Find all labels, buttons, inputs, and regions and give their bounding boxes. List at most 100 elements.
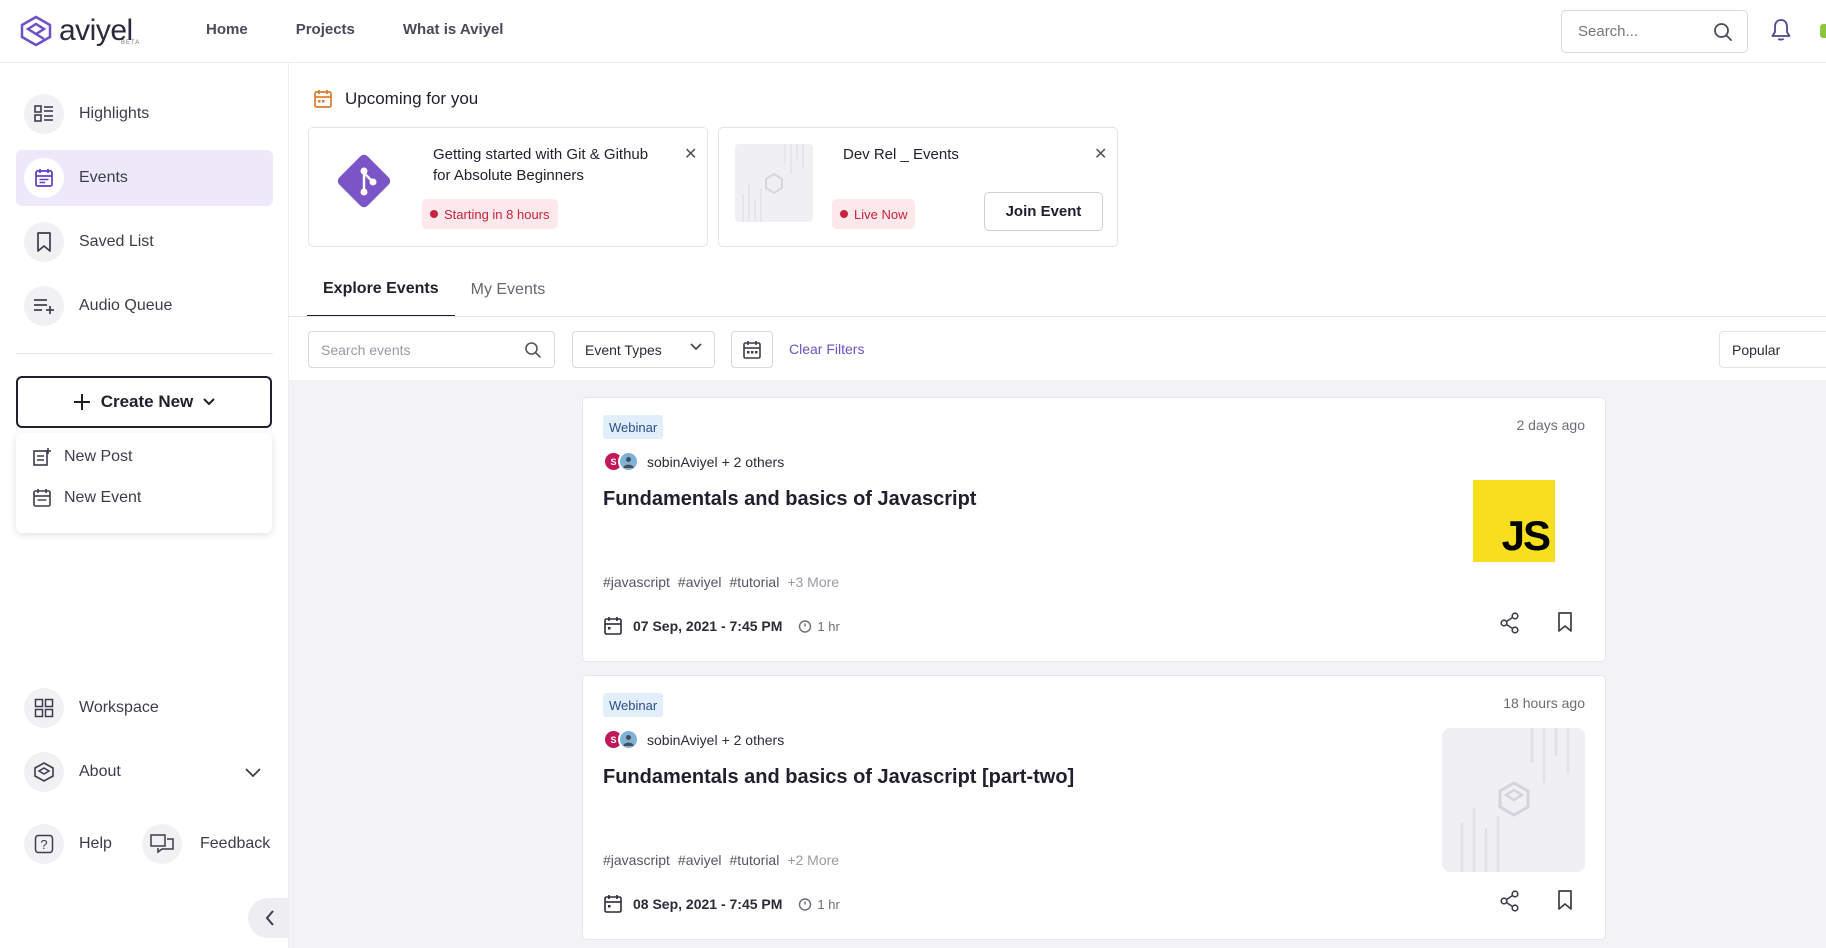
date-filter-button[interactable] — [731, 331, 773, 368]
upcoming-card[interactable]: Dev Rel _ Events ✕ Live Now Join Event — [718, 127, 1118, 247]
global-search[interactable] — [1561, 10, 1748, 53]
sidebar-item-events[interactable]: Events — [16, 150, 273, 206]
event-title[interactable]: Fundamentals and basics of Javascript [p… — [603, 766, 1074, 789]
event-date: 07 Sep, 2021 - 7:45 PM 1 hr — [603, 616, 840, 636]
menu-item-new-event[interactable]: New Event — [32, 488, 141, 508]
menu-item-label: New Post — [64, 448, 133, 465]
tag[interactable]: #javascript — [603, 852, 670, 868]
upcoming-heading: Upcoming for you — [313, 89, 478, 109]
event-date-text: 08 Sep, 2021 - 7:45 PM — [633, 896, 783, 912]
upper-panel: Upcoming for you Getting started with Gi… — [289, 63, 1826, 380]
upcoming-card[interactable]: Getting started with Git & Github for Ab… — [308, 127, 708, 247]
sidebar-item-saved-list[interactable]: Saved List — [16, 214, 273, 270]
event-hosts[interactable]: S sobinAviyel + 2 others — [603, 451, 784, 472]
search-icon[interactable] — [524, 341, 542, 359]
event-date: 08 Sep, 2021 - 7:45 PM 1 hr — [603, 894, 840, 914]
menu-item-new-post[interactable]: New Post — [32, 447, 132, 467]
nav-home[interactable]: Home — [206, 21, 248, 38]
host-name: sobinAviyel — [647, 731, 718, 748]
upcoming-event-title[interactable]: Dev Rel _ Events — [843, 144, 959, 165]
calendar-icon — [604, 895, 622, 913]
share-icon[interactable] — [1500, 890, 1520, 912]
sidebar-item-audio-queue[interactable]: Audio Queue — [16, 278, 273, 334]
sidebar-item-label: Saved List — [79, 233, 154, 250]
create-new-menu: New Post New Event — [16, 433, 272, 533]
more-tags[interactable]: +3 More — [787, 574, 839, 590]
event-placeholder-image — [735, 144, 813, 222]
global-search-input[interactable] — [1578, 23, 1708, 40]
sidebar-item-workspace[interactable]: Workspace — [16, 680, 273, 736]
bell-icon[interactable] — [1770, 18, 1792, 42]
duration-text: 1 hr — [817, 618, 840, 634]
tag[interactable]: #tutorial — [730, 852, 780, 868]
tag[interactable]: #aviyel — [678, 574, 722, 590]
live-badge: Live Now — [832, 199, 916, 229]
sidebar-item-about[interactable]: About — [16, 744, 273, 800]
bookmark-icon[interactable] — [1556, 611, 1574, 633]
calendar-icon — [604, 617, 622, 635]
tab-my-events[interactable]: My Events — [455, 263, 562, 317]
host-others: + 2 others — [721, 453, 785, 470]
help-link[interactable]: ? Help — [16, 816, 126, 872]
aviyel-logo-icon — [20, 15, 52, 47]
event-date-text: 07 Sep, 2021 - 7:45 PM — [633, 618, 783, 634]
feedback-icon — [142, 824, 182, 864]
sort-label: Popular — [1732, 341, 1781, 358]
feedback-link[interactable]: Feedback — [134, 816, 279, 872]
event-time-ago: 18 hours ago — [1503, 695, 1585, 711]
share-icon[interactable] — [1500, 612, 1520, 634]
status-badge: Starting in 8 hours — [422, 199, 558, 229]
event-duration: 1 hr — [798, 618, 840, 634]
event-card[interactable]: Webinar 2 days ago S sobinAviyel + 2 oth… — [582, 397, 1606, 662]
js-logo-text: JS — [1501, 512, 1551, 559]
calendar-icon — [314, 90, 332, 108]
nav-what-is-aviyel[interactable]: What is Aviyel — [403, 21, 504, 38]
beta-badge: BETA — [121, 40, 141, 46]
tag[interactable]: #javascript — [603, 574, 670, 590]
event-hosts[interactable]: S sobinAviyel + 2 others — [603, 729, 784, 750]
sidebar-item-label: Highlights — [79, 105, 150, 122]
new-post-icon — [33, 448, 51, 466]
event-card[interactable]: Webinar 18 hours ago S sobinAviyel + 2 o… — [582, 675, 1606, 940]
calendar-icon — [33, 489, 51, 507]
sidebar-item-label: Events — [79, 169, 128, 186]
tag[interactable]: #tutorial — [730, 574, 780, 590]
main-nav: Home Projects What is Aviyel — [206, 21, 551, 38]
event-types-label: Event Types — [585, 341, 662, 358]
javascript-logo: JS — [1473, 480, 1555, 562]
person-icon — [623, 735, 634, 746]
filter-bar: Search events Event Types Clear Filters … — [289, 317, 1826, 380]
host-avatars: S — [603, 729, 639, 750]
event-types-dropdown[interactable]: Event Types — [572, 331, 715, 368]
event-time-ago: 2 days ago — [1516, 417, 1586, 433]
nav-projects[interactable]: Projects — [296, 21, 355, 38]
search-events-input[interactable]: Search events — [308, 331, 555, 368]
bookmark-icon[interactable] — [1556, 889, 1574, 911]
chevron-left-icon — [265, 910, 274, 926]
close-icon[interactable]: ✕ — [1094, 144, 1107, 164]
upcoming-title: Upcoming for you — [345, 89, 479, 108]
join-event-button[interactable]: Join Event — [984, 192, 1103, 231]
user-avatar[interactable] — [1820, 24, 1826, 38]
top-bar: aviyel BETA Home Projects What is Aviyel — [0, 0, 1826, 63]
timer-icon — [799, 620, 812, 633]
git-logo-icon — [337, 154, 391, 208]
clear-filters-link[interactable]: Clear Filters — [789, 341, 864, 357]
aviyel-about-icon — [24, 752, 64, 792]
create-new-button[interactable]: Create New — [16, 376, 272, 428]
chevron-down-icon[interactable] — [245, 768, 261, 778]
calendar-icon — [743, 340, 761, 359]
upcoming-event-title[interactable]: Getting started with Git & Github for Ab… — [433, 144, 648, 186]
tag[interactable]: #aviyel — [678, 852, 722, 868]
sort-dropdown[interactable]: Popular — [1719, 331, 1826, 368]
timer-icon — [799, 898, 812, 911]
event-title[interactable]: Fundamentals and basics of Javascript — [603, 488, 976, 511]
event-placeholder-image — [1442, 728, 1585, 872]
collapse-sidebar-button[interactable] — [248, 898, 292, 938]
aviyel-logo[interactable]: aviyel BETA — [19, 14, 139, 48]
close-icon[interactable]: ✕ — [684, 144, 697, 164]
sidebar-item-highlights[interactable]: Highlights — [16, 86, 273, 142]
more-tags[interactable]: +2 More — [787, 852, 839, 868]
search-icon[interactable] — [1713, 22, 1733, 42]
tab-explore-events[interactable]: Explore Events — [307, 263, 455, 317]
